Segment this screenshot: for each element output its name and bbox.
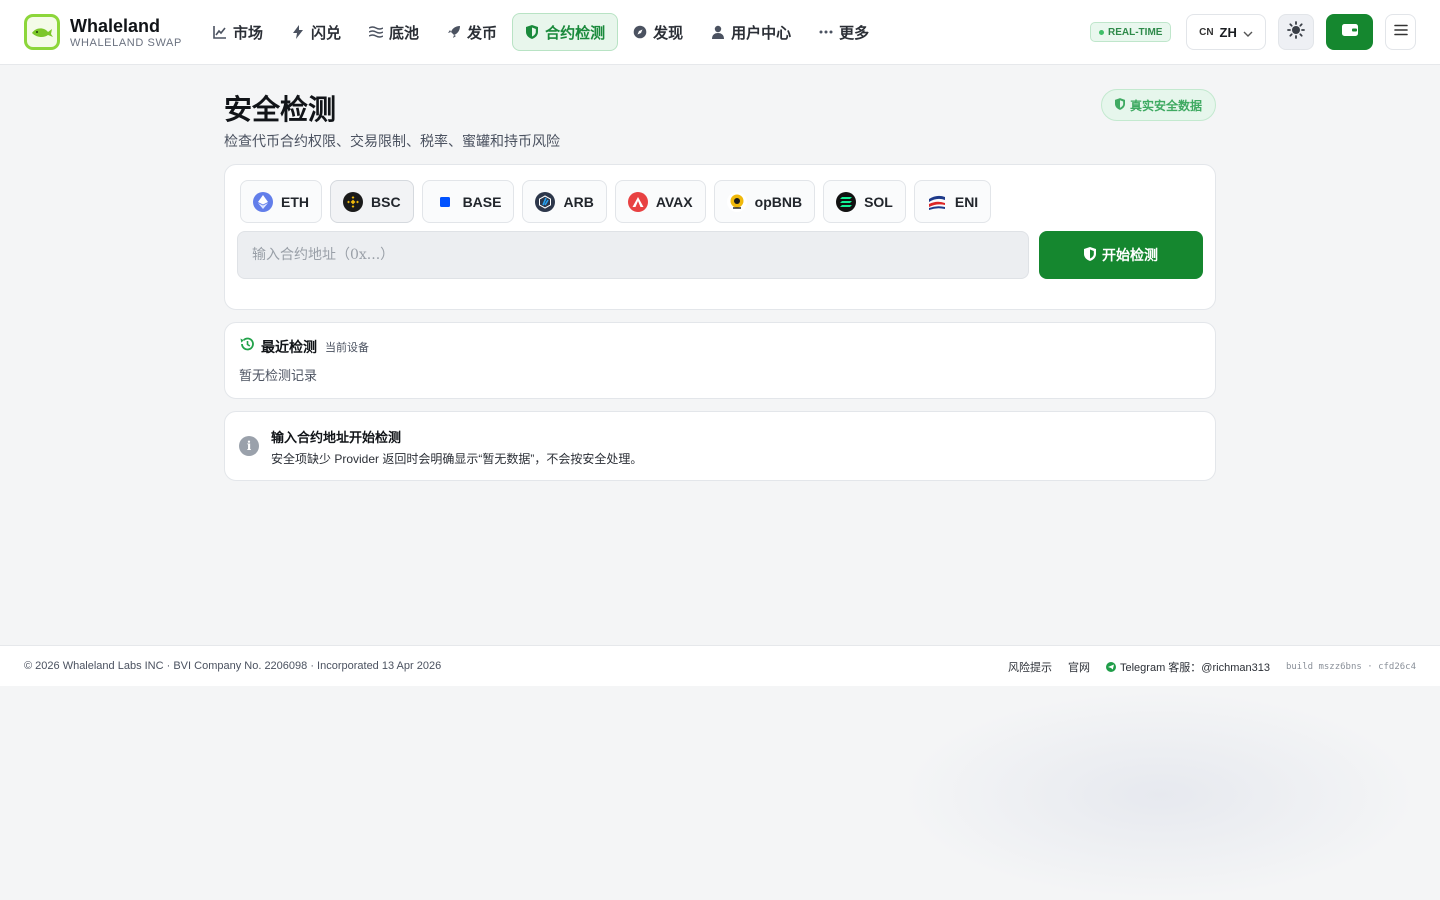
- official-site-link[interactable]: 官网: [1068, 659, 1090, 675]
- realtime-badge: REAL-TIME: [1090, 22, 1172, 42]
- language-selector[interactable]: CN ZH: [1186, 14, 1266, 50]
- nav-item-pool[interactable]: 底池: [356, 13, 432, 51]
- nav-label: 发现: [653, 24, 684, 42]
- nav-item-contract-check[interactable]: 合约检测: [512, 13, 619, 51]
- base-icon: [435, 192, 455, 212]
- avalanche-icon: [627, 191, 648, 212]
- opbnb-icon: [726, 191, 747, 212]
- history-icon: [239, 336, 255, 357]
- contract-address-input[interactable]: [237, 231, 1029, 279]
- chain-base[interactable]: BASE: [421, 180, 515, 223]
- chain-arb[interactable]: ARB: [522, 180, 607, 223]
- start-check-label: 开始检测: [1102, 247, 1158, 263]
- chain-avax[interactable]: AVAX: [614, 180, 706, 223]
- chain-sol[interactable]: SOL: [823, 180, 906, 223]
- nav-item-user-center[interactable]: 用户中心: [698, 13, 804, 51]
- telegram-label: Telegram 客服：@richman313: [1120, 662, 1270, 674]
- nav-label: 底池: [389, 24, 420, 42]
- sun-icon: [1287, 20, 1305, 44]
- recent-empty-text: 暂无检测记录: [239, 368, 318, 383]
- whale-logo-icon: [27, 17, 57, 47]
- chain-bsc[interactable]: BSC: [330, 180, 414, 223]
- page-title: 安全检测: [224, 94, 337, 125]
- rocket-icon: [447, 25, 461, 39]
- chain-selector: ETH BSC BASE ARB AVAX opBNB SOL ENI: [240, 180, 992, 223]
- chain-label: ARB: [563, 193, 594, 210]
- language-code: ZH: [1219, 24, 1237, 40]
- top-header: Whaleland WHALELAND SWAP 市场 闪兑 底池 发币 合约检…: [0, 0, 1440, 65]
- eni-icon: [927, 192, 947, 212]
- nav-item-discover[interactable]: 发现: [620, 13, 696, 51]
- cn-flag-icon: CN: [1199, 26, 1214, 38]
- nav-item-swap[interactable]: 闪兑: [278, 13, 354, 51]
- background-glow: [900, 690, 1420, 900]
- telegram-icon: [1106, 662, 1116, 672]
- user-icon: [711, 25, 725, 39]
- wallet-icon: [1341, 23, 1358, 42]
- real-data-label: 真实安全数据: [1129, 98, 1202, 113]
- chain-label: ENI: [954, 193, 979, 210]
- chain-opbnb[interactable]: opBNB: [713, 180, 816, 223]
- menu-icon: [1393, 23, 1408, 41]
- realtime-label: REAL-TIME: [1108, 26, 1163, 38]
- status-dot-icon: [1099, 29, 1104, 35]
- solana-icon: [836, 191, 857, 212]
- build-info: build mszz6bns · cfd26c4: [1285, 662, 1416, 672]
- recent-device-tag: 当前设备: [325, 341, 369, 354]
- connect-wallet-button[interactable]: [1326, 14, 1373, 50]
- nav-item-more[interactable]: 更多: [806, 13, 882, 51]
- real-data-badge: 真实安全数据: [1101, 89, 1216, 121]
- main-nav: 市场 闪兑 底池 发币 合约检测 发现 用户中心 更多: [200, 13, 882, 51]
- bnb-icon: [343, 191, 363, 212]
- nav-label: 用户中心: [731, 24, 792, 42]
- arbitrum-icon: [535, 191, 556, 212]
- compass-icon: [633, 25, 647, 39]
- nav-label: 闪兑: [311, 24, 342, 42]
- theme-toggle-button[interactable]: [1278, 14, 1314, 50]
- chain-label: AVAX: [655, 193, 693, 210]
- chain-label: opBNB: [754, 193, 803, 210]
- copyright: © 2026 Whaleland Labs INC · BVI Company …: [24, 660, 442, 672]
- chevron-down-icon: [1243, 25, 1253, 40]
- nav-label: 更多: [839, 24, 870, 42]
- shield-icon: [1114, 97, 1125, 113]
- recent-checks-card: 最近检测 当前设备 暂无检测记录: [224, 322, 1216, 399]
- hamburger-menu-button[interactable]: [1385, 14, 1416, 50]
- ethereum-icon: [253, 191, 273, 212]
- nav-label: 合约检测: [545, 24, 606, 42]
- brand-subtitle: WHALELAND SWAP: [70, 37, 182, 49]
- bolt-icon: [291, 25, 305, 39]
- shield-icon: [525, 25, 539, 39]
- recent-title: 最近检测: [261, 338, 317, 355]
- chain-label: BSC: [371, 193, 401, 210]
- info-title: 输入合约地址开始检测: [271, 430, 402, 445]
- footer-links: 风险提示 官网 Telegram 客服：@richman313 build ms…: [1008, 659, 1416, 675]
- nav-item-market[interactable]: 市场: [200, 13, 276, 51]
- chain-eni[interactable]: ENI: [913, 180, 992, 223]
- info-card: i 输入合约地址开始检测 安全项缺少 Provider 返回时会明确显示“暂无数…: [224, 411, 1216, 481]
- chain-eth[interactable]: ETH: [240, 180, 322, 223]
- recent-header: 最近检测 当前设备: [239, 336, 369, 357]
- nav-label: 发币: [467, 24, 498, 42]
- info-icon: i: [239, 436, 259, 456]
- shield-icon: [1084, 246, 1096, 264]
- chain-label: SOL: [864, 193, 893, 210]
- ellipsis-icon: [819, 25, 833, 39]
- chain-label: ETH: [281, 193, 309, 210]
- pool-waves-icon: [369, 25, 384, 39]
- page-subtitle: 检查代币合约权限、交易限制、税率、蜜罐和持币风险: [224, 133, 560, 149]
- chart-line-icon: [213, 25, 227, 39]
- nav-item-launch[interactable]: 发币: [434, 13, 510, 51]
- footer: © 2026 Whaleland Labs INC · BVI Company …: [0, 645, 1440, 686]
- nav-label: 市场: [233, 24, 264, 42]
- risk-notice-link[interactable]: 风险提示: [1008, 659, 1052, 675]
- brand-name: Whaleland: [70, 16, 161, 36]
- search-card: ETH BSC BASE ARB AVAX opBNB SOL ENI 输入合约…: [224, 164, 1216, 310]
- chain-label: BASE: [462, 193, 502, 210]
- info-text: 安全项缺少 Provider 返回时会明确显示“暂无数据”，不会按安全处理。: [271, 452, 643, 466]
- start-check-button[interactable]: 开始检测: [1039, 231, 1203, 279]
- telegram-support-link[interactable]: Telegram 客服：@richman313: [1106, 659, 1270, 675]
- whaleland-logo[interactable]: [24, 14, 60, 50]
